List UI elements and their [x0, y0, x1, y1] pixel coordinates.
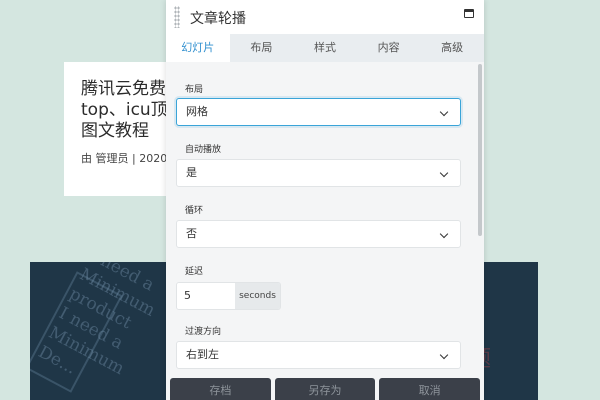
tab-bar: 幻灯片 布局 样式 内容 高级: [166, 34, 484, 62]
chevron-down-icon: [439, 107, 449, 117]
panel-body: 布局 网格 自动播放 是 循环 否 延迟 5 seconds 过渡方向 右到左: [166, 62, 484, 376]
chevron-down-icon: [439, 350, 449, 360]
tab-slideshow[interactable]: 幻灯片: [166, 34, 230, 62]
autoplay-select-value: 是: [186, 166, 197, 179]
chevron-down-icon: [439, 168, 449, 178]
save-button[interactable]: 存档: [170, 378, 271, 400]
panel-title: 文章轮播: [190, 11, 246, 27]
save-as-button[interactable]: 另存为: [274, 378, 376, 400]
tab-style[interactable]: 样式: [293, 34, 357, 62]
layout-label: 布局: [185, 85, 204, 95]
loop-label: 循环: [185, 206, 204, 216]
layout-select[interactable]: 网格: [176, 98, 461, 126]
loop-select-value: 否: [186, 227, 197, 240]
autoplay-select[interactable]: 是: [176, 159, 461, 187]
direction-select-value: 右到左: [186, 348, 219, 361]
loop-select[interactable]: 否: [176, 220, 461, 248]
cancel-button[interactable]: 取消: [379, 378, 481, 400]
delay-input[interactable]: 5: [177, 283, 235, 309]
scrollbar[interactable]: [478, 64, 482, 236]
tab-advanced[interactable]: 高级: [420, 34, 484, 62]
chevron-down-icon: [439, 229, 449, 239]
delay-unit: seconds: [235, 283, 280, 309]
drag-handle-icon[interactable]: [174, 6, 180, 28]
delay-field: 5 seconds: [176, 282, 281, 310]
layout-select-value: 网格: [186, 105, 208, 118]
tab-content[interactable]: 内容: [357, 34, 421, 62]
tab-layout[interactable]: 布局: [230, 34, 294, 62]
direction-select[interactable]: 右到左: [176, 341, 461, 369]
settings-panel: 文章轮播 幻灯片 布局 样式 内容 高级 布局 网格 自动播放 是 循环 否 延…: [166, 0, 484, 400]
maximize-icon[interactable]: [464, 9, 474, 18]
panel-header[interactable]: 文章轮播: [166, 0, 484, 34]
delay-label: 延迟: [185, 267, 204, 277]
autoplay-label: 自动播放: [185, 145, 222, 155]
direction-label: 过渡方向: [185, 327, 222, 337]
panel-footer: 存档 另存为 取消: [166, 376, 484, 400]
